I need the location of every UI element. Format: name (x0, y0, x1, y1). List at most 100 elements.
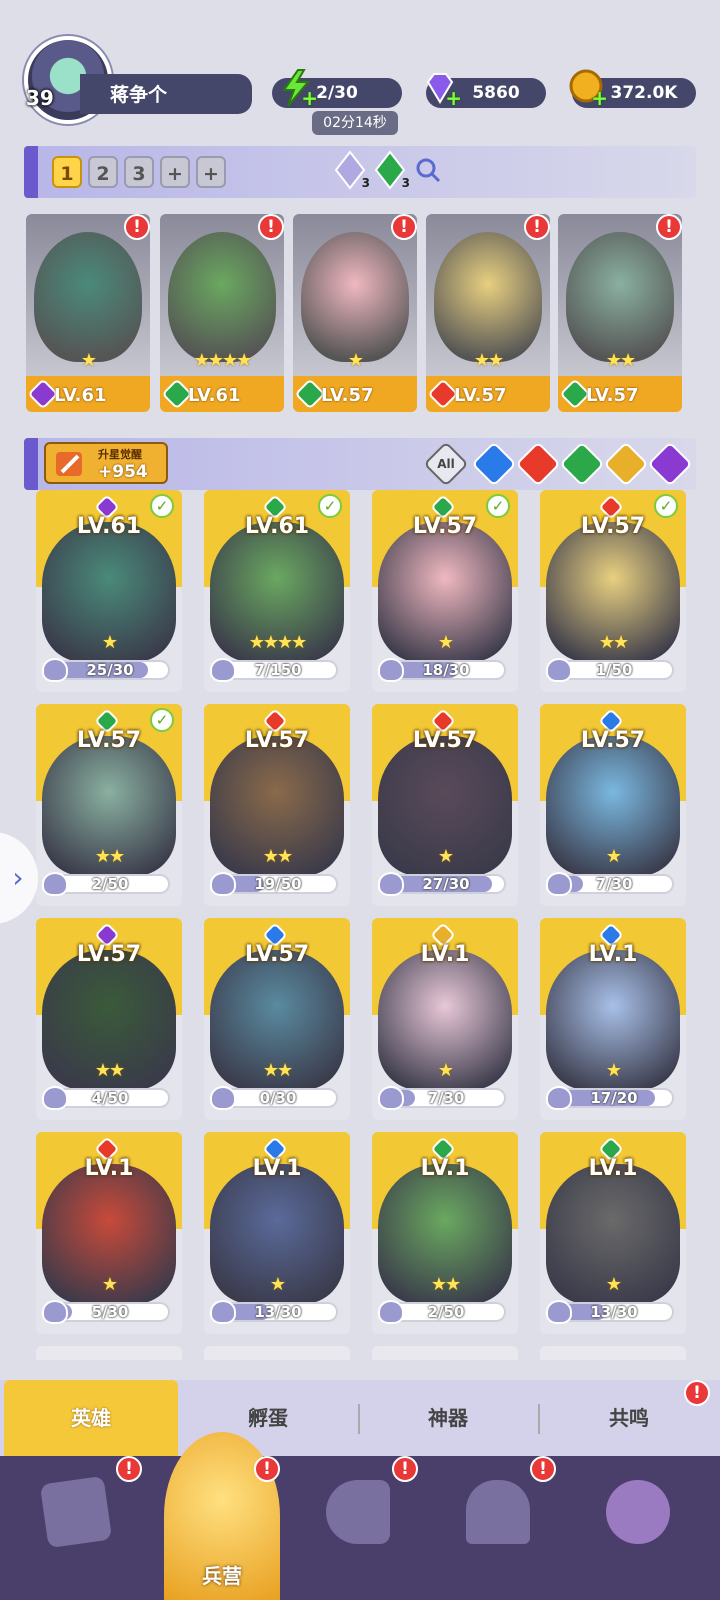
hero-level: LV.57 (580, 514, 646, 539)
shard-progress-text: 4/50 (91, 1089, 129, 1107)
player-name-bar[interactable]: 蒋争个 (80, 74, 252, 114)
hero-level: LV.1 (588, 942, 638, 967)
light-gem-icon[interactable]: 3 (332, 150, 370, 190)
hero-card[interactable]: LV.57 ★★ 0/30 (204, 918, 350, 1120)
star-rating: ★★ (94, 846, 125, 867)
shard-progress-bar: 25/30 (50, 660, 170, 680)
tab-heroes[interactable]: 英雄 (4, 1380, 178, 1456)
mushroom-icon[interactable] (592, 1468, 684, 1568)
shard-progress-bar: 13/30 (554, 1302, 674, 1322)
shard-progress-bar: 7/150 (218, 660, 338, 680)
shard-progress-text: 13/30 (590, 1303, 638, 1321)
shard-progress-bar: 4/50 (50, 1088, 170, 1108)
star-rating: ★★ (598, 632, 629, 653)
hero-card[interactable]: LV.57 ★ 27/30 (372, 704, 518, 906)
cards-icon[interactable] (30, 1468, 122, 1568)
gem-icon: + (420, 68, 462, 110)
star-rating: ★ (437, 1060, 454, 1081)
team-tab-add-2[interactable]: + (196, 156, 226, 188)
shard-icon (42, 872, 68, 896)
star-rating: ★★ (94, 1060, 125, 1081)
hero-card[interactable]: LV.1 ★ 13/30 (204, 1132, 350, 1334)
star-rating: ★★ (473, 350, 504, 371)
hero-card[interactable]: LV.1 ★ 13/30 (540, 1132, 686, 1334)
team-tab-1[interactable]: 1 (52, 156, 82, 188)
tab-divider (538, 1404, 540, 1434)
hero-card[interactable]: ✓ LV.57 ★ 18/30 (372, 490, 518, 692)
sword-icon (56, 452, 82, 476)
team-hero-card[interactable]: ★ LV.61 (26, 214, 150, 412)
shard-progress-bar: 2/50 (50, 874, 170, 894)
team-tab-add-1[interactable]: + (160, 156, 190, 188)
hero-level: LV.57 (412, 728, 478, 753)
hero-card[interactable]: ✓ LV.61 ★★★★ 7/150 (204, 490, 350, 692)
star-rating: ★ (437, 632, 454, 653)
hero-portrait (301, 232, 409, 362)
shard-progress-text: 7/30 (427, 1089, 465, 1107)
hero-level: LV.1 (420, 942, 470, 967)
hero-level: LV.57 (76, 942, 142, 967)
hero-level: LV.57 (412, 514, 478, 539)
shard-progress-text: 7/150 (254, 661, 302, 679)
shard-progress-text: 13/30 (254, 1303, 302, 1321)
hero-level-bar: LV.57 (293, 376, 417, 412)
castle-icon[interactable] (452, 1468, 544, 1568)
hero-card[interactable]: LV.57 ★ 7/30 (540, 704, 686, 906)
shard-progress-bar: 13/30 (218, 1302, 338, 1322)
hero-card[interactable]: LV.1 ★ 7/30 (372, 918, 518, 1120)
hero-card[interactable]: LV.1 ★ 5/30 (36, 1132, 182, 1334)
hero-card[interactable]: LV.57 ★★ 19/50 (204, 704, 350, 906)
coin-icon: + (566, 68, 608, 110)
nature-gem-icon[interactable]: 3 (372, 150, 410, 190)
hero-card-partial (204, 1346, 350, 1360)
team-hero-card[interactable]: ★★★★ LV.61 (160, 214, 284, 412)
hero-level: LV.57 (580, 728, 646, 753)
team-hero-card[interactable]: ★★ LV.57 (558, 214, 682, 412)
map-alert-badge: ! (392, 1456, 418, 1482)
player-name: 蒋争个 (110, 84, 168, 106)
hero-level: LV.1 (252, 1156, 302, 1181)
team-tab-3[interactable]: 3 (124, 156, 154, 188)
team-hero-card[interactable]: ★★ LV.57 (426, 214, 550, 412)
hero-card-partial (36, 1346, 182, 1360)
hero-card[interactable]: ✓ LV.57 ★★ 2/50 (36, 704, 182, 906)
hero-card[interactable]: LV.1 ★ 17/20 (540, 918, 686, 1120)
hero-card[interactable]: ✓ LV.61 ★ 25/30 (36, 490, 182, 692)
shard-icon (378, 658, 404, 682)
energy-timer: 02分14秒 (312, 111, 398, 135)
hero-level: LV.57 (244, 942, 310, 967)
hero-level: LV.61 (188, 385, 241, 406)
energy-value: 2/30 (316, 83, 358, 103)
star-rating: ★ (605, 1060, 622, 1081)
tab-artifacts[interactable]: 神器 (362, 1380, 534, 1456)
hero-card[interactable]: LV.57 ★★ 4/50 (36, 918, 182, 1120)
map-icon[interactable] (312, 1468, 404, 1568)
awaken-value: +954 (98, 462, 148, 482)
shard-icon (210, 658, 236, 682)
filter-all-label: All (437, 457, 455, 471)
light-gem-count: 3 (361, 176, 370, 190)
star-rating: ★★ (262, 1060, 293, 1081)
hero-level: LV.57 (244, 728, 310, 753)
star-rating: ★ (269, 1274, 286, 1295)
hero-card[interactable]: LV.1 ★★ 2/50 (372, 1132, 518, 1334)
hero-card[interactable]: ✓ LV.57 ★★ 1/50 (540, 490, 686, 692)
hero-portrait (34, 232, 142, 362)
shard-progress-text: 19/50 (254, 875, 302, 893)
shard-icon (546, 658, 572, 682)
search-icon[interactable] (414, 156, 442, 184)
barracks-alert-badge: ! (254, 1456, 280, 1482)
tab-divider (358, 1404, 360, 1434)
star-rating: ★ (605, 846, 622, 867)
star-rating: ★★ (262, 846, 293, 867)
star-rating: ★★ (605, 350, 636, 371)
shard-progress-text: 7/30 (595, 875, 633, 893)
shard-icon (546, 872, 572, 896)
hero-level: LV.57 (586, 385, 639, 406)
side-expand-button[interactable]: › (0, 832, 38, 924)
team-tab-2[interactable]: 2 (88, 156, 118, 188)
team-hero-card[interactable]: ★ LV.57 (293, 214, 417, 412)
awaken-button[interactable]: 升星觉醒 +954 (44, 442, 168, 484)
shard-progress-text: 17/20 (590, 1089, 638, 1107)
shard-icon (42, 1086, 68, 1110)
